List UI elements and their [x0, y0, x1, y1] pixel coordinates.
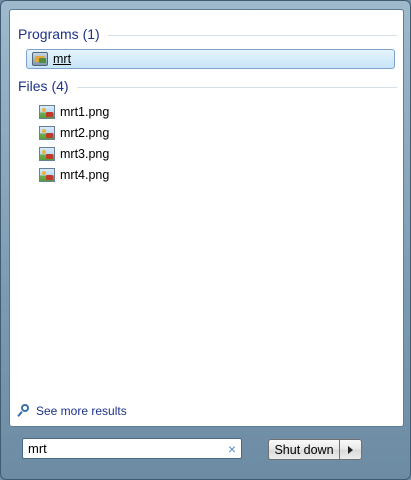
magnifier-icon	[18, 404, 32, 418]
see-more-results-label: See more results	[36, 404, 127, 418]
shut-down-button[interactable]: Shut down	[268, 439, 340, 460]
search-input[interactable]	[23, 439, 223, 458]
shutdown-control: Shut down	[268, 439, 362, 460]
see-more-results-link[interactable]: See more results	[18, 404, 127, 418]
image-file-icon	[39, 147, 55, 161]
file-item-mrt3[interactable]: mrt3.png	[26, 144, 395, 164]
shutdown-options-button[interactable]	[340, 439, 362, 460]
image-file-icon	[39, 168, 55, 182]
file-item-mrt1[interactable]: mrt1.png	[26, 102, 395, 122]
image-file-icon	[39, 126, 55, 140]
program-item-label: mrt	[53, 52, 72, 66]
application-icon	[32, 52, 48, 66]
start-menu-frame: Programs (1) mrt Files (4) mrt1.png mrt2…	[0, 0, 411, 480]
file-item-label: mrt2.png	[60, 126, 110, 140]
image-file-icon	[39, 105, 55, 119]
file-item-label: mrt3.png	[60, 147, 110, 161]
files-group-header[interactable]: Files (4)	[18, 77, 397, 95]
files-group-title: Files (4)	[18, 78, 69, 94]
arrow-right-icon	[348, 445, 353, 454]
search-results-panel: Programs (1) mrt Files (4) mrt1.png mrt2…	[9, 9, 404, 427]
program-item-mrt[interactable]: mrt	[26, 49, 395, 69]
file-item-mrt2[interactable]: mrt2.png	[26, 123, 395, 143]
programs-group-title: Programs (1)	[18, 26, 100, 42]
group-divider	[107, 34, 397, 36]
programs-group-header[interactable]: Programs (1)	[18, 25, 397, 43]
search-box[interactable]: ×	[22, 438, 242, 459]
file-item-label: mrt4.png	[60, 168, 110, 182]
file-item-mrt4[interactable]: mrt4.png	[26, 165, 395, 185]
group-divider	[76, 86, 397, 88]
clear-search-icon[interactable]: ×	[223, 440, 241, 458]
file-item-label: mrt1.png	[60, 105, 110, 119]
